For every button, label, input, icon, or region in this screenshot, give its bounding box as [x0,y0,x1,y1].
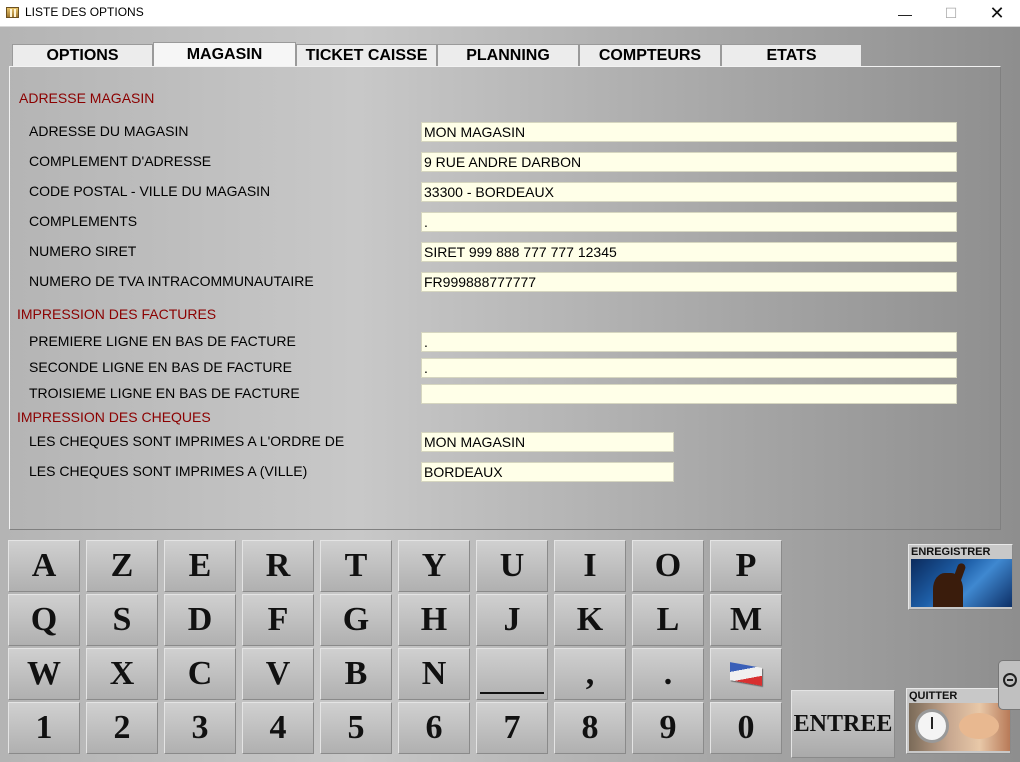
key-q[interactable]: Q [8,594,80,646]
key-t[interactable]: T [320,540,392,592]
key-space[interactable] [476,648,548,700]
premiere-ligne-field[interactable]: . [421,332,957,352]
label-troisieme-ligne: TROISIEME LIGNE EN BAS DE FACTURE [29,385,300,401]
tab-magasin[interactable]: MAGASIN [153,42,296,67]
label-numero-siret: NUMERO SIRET [29,243,137,259]
label-code-postal-ville: CODE POSTAL - VILLE DU MAGASIN [29,183,271,199]
adresse-magasin-field[interactable]: MON MAGASIN [421,122,957,142]
key-e[interactable]: E [164,540,236,592]
key-comma[interactable]: , [554,648,626,700]
key-8[interactable]: 8 [554,702,626,754]
key-n[interactable]: N [398,648,470,700]
label-ville-cheques: LES CHEQUES SONT IMPRIMES A (VILLE) [29,463,308,479]
key-3[interactable]: 3 [164,702,236,754]
label-ordre-cheques: LES CHEQUES SONT IMPRIMES A L'ORDRE DE [29,433,345,449]
key-g[interactable]: G [320,594,392,646]
key-l[interactable]: L [632,594,704,646]
section-adresse-magasin: ADRESSE MAGASIN [19,90,155,106]
key-m[interactable]: M [710,594,782,646]
numero-tva-field[interactable]: FR999888777777 [421,272,957,292]
numero-siret-field[interactable]: SIRET 999 888 777 777 12345 [421,242,957,262]
troisieme-ligne-field[interactable] [421,384,957,404]
close-button[interactable]: ✕ [974,0,1020,27]
key-j[interactable]: J [476,594,548,646]
key-eraser[interactable] [710,648,782,700]
tab-etats[interactable]: ETATS [721,44,862,67]
key-x[interactable]: X [86,648,158,700]
key-2[interactable]: 2 [86,702,158,754]
key-y[interactable]: Y [398,540,470,592]
key-period[interactable]: . [632,648,704,700]
key-u[interactable]: U [476,540,548,592]
label-complement-adresse: COMPLEMENT D'ADRESSE [29,153,212,169]
key-5[interactable]: 5 [320,702,392,754]
key-w[interactable]: W [8,648,80,700]
label-premiere-ligne: PREMIERE LIGNE EN BAS DE FACTURE [29,333,296,349]
label-complements: COMPLEMENTS [29,213,138,229]
key-k[interactable]: K [554,594,626,646]
key-7[interactable]: 7 [476,702,548,754]
key-h[interactable]: H [398,594,470,646]
maximize-button[interactable]: ☐ [928,0,974,27]
code-postal-ville-field[interactable]: 33300 - BORDEAUX [421,182,957,202]
eraser-icon [730,662,762,686]
key-9[interactable]: 9 [632,702,704,754]
key-a[interactable]: A [8,540,80,592]
alarm-clock-sleep-icon [909,703,1010,751]
section-impression-cheques: IMPRESSION DES CHEQUES [17,409,211,425]
side-panel-toggle[interactable] [998,660,1020,710]
label-numero-tva: NUMERO DE TVA INTRACOMMUNAUTAIRE [29,273,314,289]
seconde-ligne-field[interactable]: . [421,358,957,378]
key-b[interactable]: B [320,648,392,700]
complements-field[interactable]: . [421,212,957,232]
key-c[interactable]: C [164,648,236,700]
key-o[interactable]: O [632,540,704,592]
key-v[interactable]: V [242,648,314,700]
key-f[interactable]: F [242,594,314,646]
section-impression-factures: IMPRESSION DES FACTURES [17,306,217,322]
app-icon [6,7,19,18]
complement-adresse-field[interactable]: 9 RUE ANDRE DARBON [421,152,957,172]
key-i[interactable]: I [554,540,626,592]
quit-button-label: QUITTER [909,690,958,702]
tab-planning[interactable]: PLANNING [437,44,579,67]
minimize-button[interactable]: — [882,0,928,27]
tab-compteurs[interactable]: COMPTEURS [579,44,721,67]
key-s[interactable]: S [86,594,158,646]
key-r[interactable]: R [242,540,314,592]
enter-button[interactable]: ENTREE [791,690,895,758]
save-button[interactable]: ENREGISTRER [908,544,1013,610]
save-button-label: ENREGISTRER [911,546,991,558]
key-4[interactable]: 4 [242,702,314,754]
key-0[interactable]: 0 [710,702,782,754]
title-bar: LISTE DES OPTIONS — ☐ ✕ [0,0,1020,27]
key-6[interactable]: 6 [398,702,470,754]
collapse-icon [1003,673,1017,687]
ordre-cheques-field[interactable]: MON MAGASIN [421,432,674,452]
tab-options[interactable]: OPTIONS [12,44,153,67]
ville-cheques-field[interactable]: BORDEAUX [421,462,674,482]
label-seconde-ligne: SECONDE LIGNE EN BAS DE FACTURE [29,359,292,375]
label-adresse-magasin: ADRESSE DU MAGASIN [29,123,189,139]
key-1[interactable]: 1 [8,702,80,754]
key-p[interactable]: P [710,540,782,592]
touchscreen-hand-icon [911,559,1012,607]
key-z[interactable]: Z [86,540,158,592]
tab-ticket-caisse[interactable]: TICKET CAISSE [296,44,437,67]
key-d[interactable]: D [164,594,236,646]
space-bar-icon [480,692,544,694]
quit-button[interactable]: QUITTER [906,688,1011,754]
window-title: LISTE DES OPTIONS [25,5,144,19]
